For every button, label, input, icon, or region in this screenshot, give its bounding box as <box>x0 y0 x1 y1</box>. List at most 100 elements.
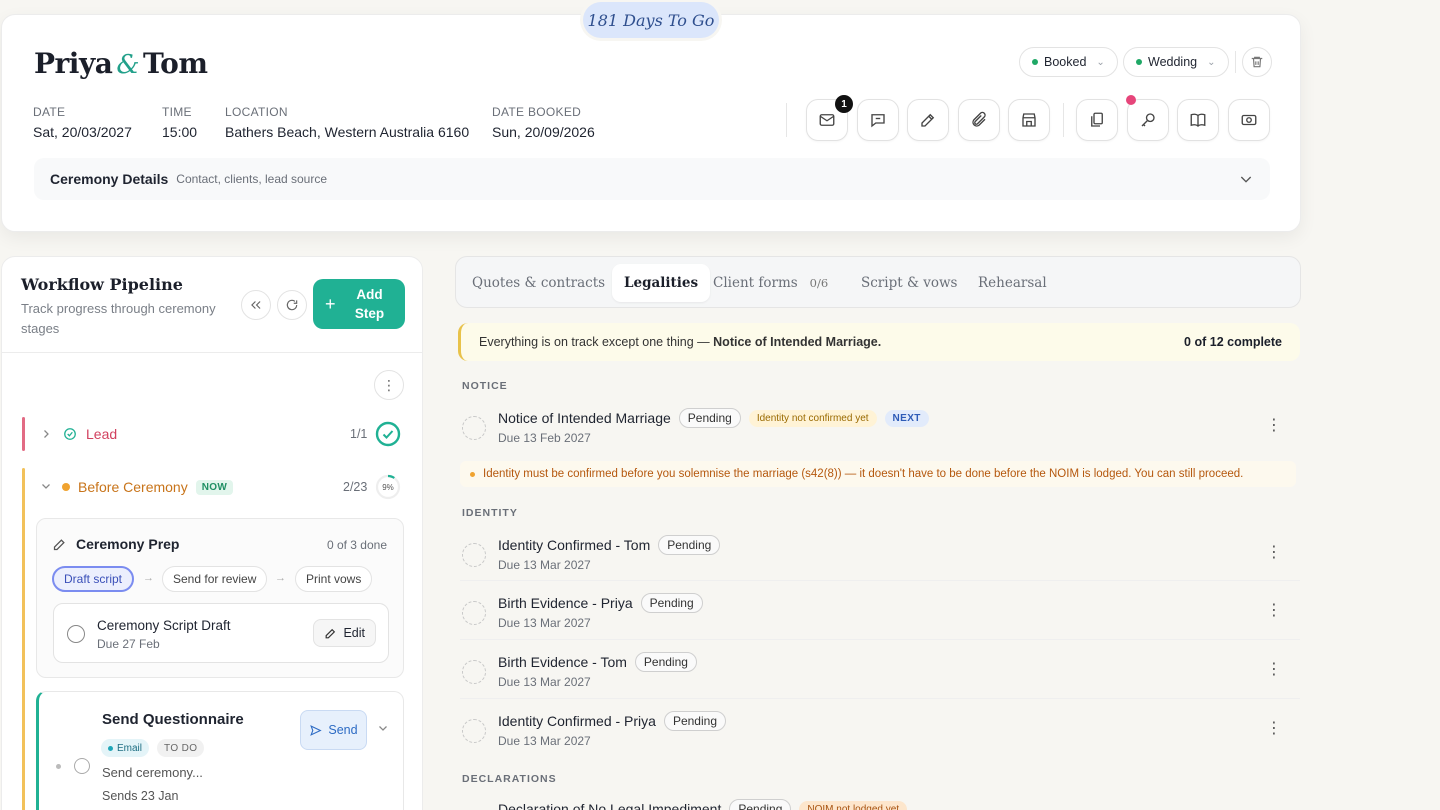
meta-value: Bathers Beach, Western Australia 6160 <box>225 124 470 140</box>
edit-label: Edit <box>343 626 365 640</box>
questionnaire-title: Send Questionnaire <box>102 711 244 728</box>
tab-legalities[interactable]: Legalities <box>612 264 711 302</box>
status-circle[interactable] <box>462 416 486 440</box>
status-circle[interactable] <box>462 543 486 567</box>
paperclip-icon <box>972 111 986 127</box>
arrow-right-icon: → <box>143 572 154 584</box>
prep-title: Ceremony Prep <box>76 536 180 552</box>
legal-tabs: Quotes & contracts Legalities Client for… <box>455 256 1301 308</box>
edit-button[interactable]: Edit <box>313 619 376 647</box>
chat-icon <box>871 114 885 128</box>
kebab-icon[interactable]: ⋮ <box>1266 545 1282 561</box>
documents-button[interactable] <box>1076 99 1118 141</box>
item-title-row: Declaration of No Legal Impediment Pendi… <box>498 799 908 810</box>
check-circle-icon <box>63 427 77 441</box>
guide-button[interactable] <box>1177 99 1219 141</box>
now-badge: NOW <box>195 479 234 495</box>
item-due: Due 13 Mar 2027 <box>498 616 591 630</box>
legal-item[interactable]: Identity Confirmed - Tom Pending Due 13 … <box>460 533 1300 591</box>
tab-rehearsal[interactable]: Rehearsal <box>966 264 1059 302</box>
chevron-down-icon: ⌄ <box>1207 56 1216 68</box>
status-dropdown[interactable]: Booked ⌄ <box>1019 47 1118 77</box>
task-title: Ceremony Script Draft <box>97 618 231 633</box>
send-button[interactable]: Send <box>300 710 367 750</box>
legal-item[interactable]: Birth Evidence - Priya Pending Due 13 Ma… <box>460 591 1300 649</box>
ceremony-details-accordion[interactable]: Ceremony Details Contact, clients, lead … <box>34 158 1270 200</box>
task-checkbox[interactable] <box>67 625 85 643</box>
stage-before-ceremony[interactable]: Before Ceremony NOW 2/23 9% <box>22 470 402 504</box>
refresh-icon <box>286 299 298 311</box>
chevron-down-icon[interactable] <box>377 722 389 734</box>
refresh-button[interactable] <box>277 290 307 320</box>
legal-item[interactable]: Declaration of No Legal Impediment Pendi… <box>460 797 1300 810</box>
email-dot <box>108 745 113 751</box>
tab-client-forms[interactable]: Client forms 0/6 <box>701 264 840 302</box>
warning-text: Identity must be confirmed before you so… <box>483 468 1244 480</box>
warning-dot <box>470 471 475 477</box>
kebab-icon[interactable]: ⋮ <box>1266 662 1282 678</box>
countdown-pill: 181 Days To Go <box>583 2 719 38</box>
section-declarations: DECLARATIONS <box>462 773 557 785</box>
status-banner: Everything is on track except one thing … <box>458 323 1300 361</box>
chip-print-vows[interactable]: Print vows <box>295 566 373 592</box>
venue-button[interactable] <box>1008 99 1050 141</box>
stage-name: Before Ceremony <box>78 479 188 495</box>
edit-icon <box>921 113 935 127</box>
legal-item-noim[interactable]: Notice of Intended Marriage Pending Iden… <box>460 406 1300 464</box>
delete-button[interactable] <box>1242 47 1272 77</box>
keys-button[interactable] <box>1126 95 1169 141</box>
status-circle[interactable] <box>462 719 486 743</box>
item-title: Notice of Intended Marriage <box>498 410 671 426</box>
chip-send-for-review[interactable]: Send for review <box>162 566 268 592</box>
chip-draft-script[interactable]: Draft script <box>52 566 135 592</box>
task-checkbox[interactable] <box>74 758 90 774</box>
item-due: Due 13 Feb 2027 <box>498 431 591 445</box>
status-circle[interactable] <box>462 601 486 625</box>
kebab-icon[interactable]: ⋮ <box>1266 418 1282 434</box>
send-icon <box>310 724 323 736</box>
meta-label: DATE <box>33 105 66 119</box>
pending-badge: Pending <box>729 799 792 810</box>
stage-name: Lead <box>86 426 118 442</box>
collapse-button[interactable] <box>241 290 271 320</box>
task-due: Due 27 Feb <box>97 637 160 651</box>
divider <box>2 352 422 353</box>
kebab-icon[interactable]: ⋮ <box>1266 603 1282 619</box>
book-icon <box>1190 113 1206 127</box>
type-dropdown[interactable]: Wedding ⌄ <box>1123 47 1229 77</box>
meta-date-booked: DATE BOOKED Sun, 20/09/2026 <box>492 105 595 140</box>
stage-lead[interactable]: Lead 1/1 <box>22 417 402 451</box>
pending-badge: Pending <box>658 535 721 555</box>
pencil-icon <box>52 537 67 552</box>
divider <box>1235 51 1236 73</box>
payments-button[interactable] <box>1228 99 1270 141</box>
kebab-icon[interactable]: ⋮ <box>1266 721 1282 737</box>
add-step-button[interactable]: + Add Step <box>313 279 405 329</box>
type-dot <box>1136 59 1142 65</box>
prep-progress: 0 of 3 done <box>326 538 387 552</box>
attachments-button[interactable] <box>958 99 1000 141</box>
tab-script-vows[interactable]: Script & vows <box>849 264 969 302</box>
workflow-subtitle: Track progress through ceremony stages <box>21 301 216 336</box>
tab-quotes-contracts[interactable]: Quotes & contracts <box>460 264 617 302</box>
messages-button[interactable] <box>857 99 899 141</box>
chevron-right-icon <box>40 428 52 440</box>
email-button[interactable]: 1 <box>806 95 853 141</box>
item-title-row: Identity Confirmed - Tom Pending <box>498 535 721 555</box>
legal-item[interactable]: Birth Evidence - Tom Pending Due 13 Mar … <box>460 650 1300 708</box>
item-title-row: Birth Evidence - Tom Pending <box>498 652 697 672</box>
progress-percent: 9% <box>382 482 394 492</box>
arrow-right-icon: → <box>275 572 286 584</box>
notes-button[interactable] <box>907 99 949 141</box>
task-card[interactable]: Ceremony Script Draft Due 27 Feb Edit <box>53 603 389 663</box>
item-title-row: Notice of Intended Marriage Pending Iden… <box>498 408 929 428</box>
item-title: Identity Confirmed - Tom <box>498 537 651 553</box>
ceremony-prep-card: Ceremony Prep 0 of 3 done Draft script →… <box>36 518 404 678</box>
more-options-button[interactable]: ⋮ <box>374 370 404 400</box>
item-due: Due 13 Mar 2027 <box>498 558 591 572</box>
add-step-label: Add Step <box>354 287 385 321</box>
banner-message: Everything is on track except one thing … <box>479 335 714 349</box>
legal-item[interactable]: Identity Confirmed - Priya Pending Due 1… <box>460 709 1300 767</box>
status-circle[interactable] <box>462 660 486 684</box>
email-tag-label: Email <box>117 742 143 754</box>
